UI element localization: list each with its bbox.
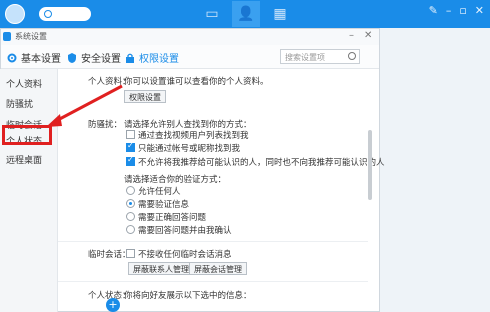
settings-search-input[interactable]: 搜索设置项 <box>280 49 360 64</box>
settings-content: 个人资料： 你可以设置谁可以查看你的个人资料。 权限设置 防骚扰： 请选择允许别… <box>58 69 385 312</box>
close-icon[interactable]: ✕ <box>364 30 372 41</box>
search-icon <box>44 10 52 18</box>
minimize-icon[interactable]: – <box>349 30 354 41</box>
anti-harass-label: 防骚扰： <box>88 120 123 130</box>
tab-basic[interactable]: 基本设置 <box>7 50 61 65</box>
top-bar: ▭ 👤 ▦ ✎ – ▫ ✕ <box>0 0 490 28</box>
tab-permissions[interactable]: 权限设置 <box>125 50 179 65</box>
verify-radio-1[interactable] <box>126 199 135 208</box>
lock-icon <box>126 53 134 63</box>
block-sessions-button[interactable]: 屏蔽会话管理 <box>189 262 247 275</box>
dialog-title: 系统设置 <box>15 32 47 41</box>
global-search[interactable] <box>39 7 91 21</box>
search-icon <box>348 52 356 60</box>
skin-icon[interactable]: ✎ <box>429 4 438 18</box>
gear-icon <box>7 53 17 62</box>
content-scrollbar[interactable] <box>368 130 372 200</box>
dialog-titlebar: 系统设置 – ✕ <box>1 29 379 45</box>
chat-icon[interactable]: ▭ <box>203 5 221 23</box>
restore-icon[interactable]: ▫ <box>459 4 466 18</box>
divider <box>58 241 368 242</box>
temp-chat-option-label: 不接收任何临时会话消息 <box>138 250 232 260</box>
window-controls: ✎ – ▫ ✕ <box>429 4 484 18</box>
verify-radio-2[interactable] <box>126 212 135 221</box>
shield-icon <box>68 52 76 63</box>
tab-security[interactable]: 安全设置 <box>67 50 121 65</box>
avatar[interactable] <box>5 4 25 24</box>
sidebar-item-anti-harass[interactable]: 防骚扰 <box>6 97 33 110</box>
block-contacts-button[interactable]: 屏蔽联系人管理 <box>128 262 194 275</box>
temp-chat-label: 临时会话： <box>88 250 131 260</box>
find-option-checkbox-0[interactable] <box>126 130 135 139</box>
tab-label: 权限设置 <box>139 54 179 65</box>
contacts-icon[interactable]: 👤 <box>232 1 260 27</box>
verify-option-label: 需要验证信息 <box>138 200 190 210</box>
find-option-checkbox-2[interactable] <box>126 155 135 166</box>
sidebar-item-profile[interactable]: 个人资料 <box>6 77 42 90</box>
close-icon[interactable]: ✕ <box>475 4 484 18</box>
verify-option-label: 需要回答问题并由我确认 <box>138 226 232 236</box>
find-option-label: 不允许将我推荐给可能认识的人，同时也不向我推荐可能认识的人 <box>138 158 385 168</box>
verify-radio-0[interactable] <box>126 186 135 195</box>
verify-option-label: 允许任何人 <box>138 187 181 197</box>
divider <box>58 281 368 282</box>
status-desc: 你将向好友展示以下选中的信息： <box>124 291 252 301</box>
find-option-label: 通过查找视频用户列表找到我 <box>138 131 249 141</box>
sidebar-item-remote-desktop[interactable]: 远程桌面 <box>6 153 42 166</box>
profile-desc: 你可以设置谁可以查看你的个人资料。 <box>124 77 269 87</box>
apps-icon[interactable]: ▦ <box>271 5 289 23</box>
minimize-icon[interactable]: – <box>446 4 452 18</box>
permission-settings-button[interactable]: 权限设置 <box>124 90 166 103</box>
find-option-checkbox-1[interactable] <box>126 141 135 152</box>
add-button[interactable]: + <box>106 298 120 312</box>
search-placeholder: 搜索设置项 <box>285 53 325 62</box>
verify-method-title: 请选择适合你的验证方式： <box>124 175 227 185</box>
tab-label: 安全设置 <box>81 54 121 65</box>
app-logo-icon <box>3 32 11 41</box>
verify-option-label: 需要正确回答问题 <box>138 213 207 223</box>
verify-radio-3[interactable] <box>126 225 135 234</box>
settings-tabs: 基本设置 安全设置 权限设置 搜索设置项 <box>1 45 379 69</box>
tab-label: 基本设置 <box>21 54 61 65</box>
find-option-label: 只能通过帐号或昵称找到我 <box>138 144 241 154</box>
temp-chat-checkbox[interactable] <box>126 249 135 258</box>
